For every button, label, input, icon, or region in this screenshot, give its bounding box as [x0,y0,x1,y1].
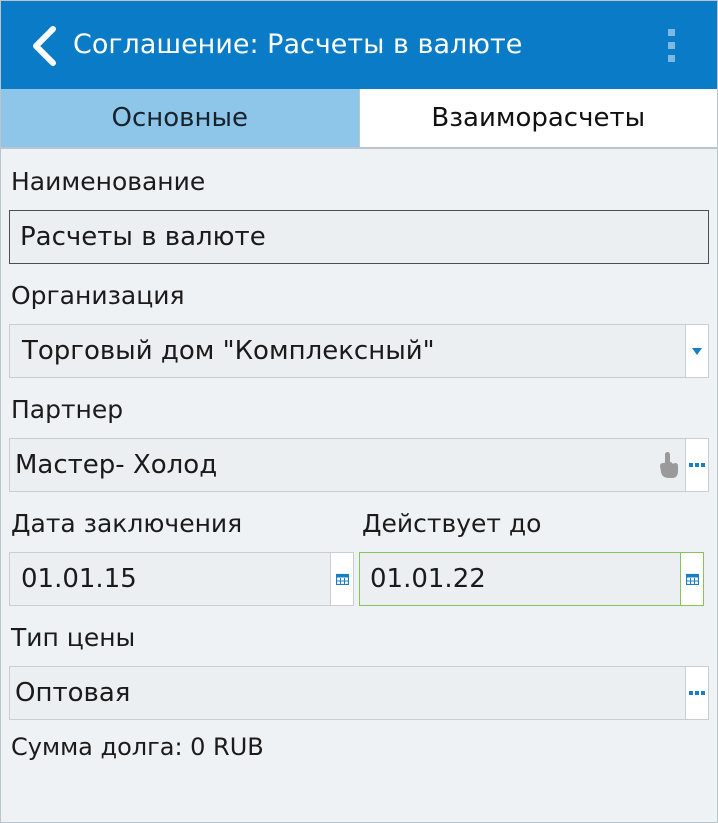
calendar-icon [335,573,349,585]
partner-label: Партнер [11,395,124,424]
back-button[interactable] [19,19,69,73]
name-value: Расчеты в валюте [20,222,266,252]
organization-select[interactable]: Торговый дом "Комплексный" [9,324,709,378]
date-end-field[interactable]: 01.01.22 [359,552,704,606]
price-type-select-button[interactable] [685,667,708,719]
date-start-label: Дата заключения [11,509,243,538]
date-start-field[interactable]: 01.01.15 [9,552,354,606]
organization-value: Торговый дом "Комплексный" [22,336,435,366]
chevron-left-icon [33,26,56,66]
tab-main[interactable]: Основные [1,89,359,147]
tab-bar: Основные Взаиморасчеты [1,89,717,149]
organization-dropdown-button[interactable] [685,325,708,377]
more-vertical-icon [667,28,675,36]
tab-settlements[interactable]: Взаиморасчеты [358,89,717,147]
partner-select-button[interactable] [685,439,708,491]
name-label: Наименование [11,167,206,196]
date-end-value: 01.01.22 [370,564,486,594]
price-type-value: Оптовая [15,678,131,708]
partner-value: Мастер- Холод [15,450,218,480]
name-field[interactable]: Расчеты в валюте [9,210,709,264]
hand-pointer-icon [660,452,678,478]
organization-label: Организация [11,281,185,310]
ellipsis-icon [689,463,705,467]
debt-summary: Сумма долга: 0 RUB [11,733,264,761]
calendar-icon [685,573,699,585]
price-type-field[interactable]: Оптовая [9,666,709,720]
date-end-calendar-button[interactable] [680,553,703,605]
date-start-calendar-button[interactable] [330,553,353,605]
partner-field[interactable]: Мастер- Холод [9,438,709,492]
app-header: Соглашение: Расчеты в валюте [1,1,717,89]
more-menu-button[interactable] [653,23,689,67]
page-title: Соглашение: Расчеты в валюте [73,29,523,60]
date-start-value: 01.01.15 [21,564,137,594]
app-window: Соглашение: Расчеты в валюте Основные Вз… [0,0,718,823]
caret-down-icon [692,347,702,355]
date-end-label: Действует до [362,509,542,538]
price-type-label: Тип цены [11,623,136,652]
partner-open-button[interactable] [653,439,685,491]
ellipsis-icon [689,691,705,695]
